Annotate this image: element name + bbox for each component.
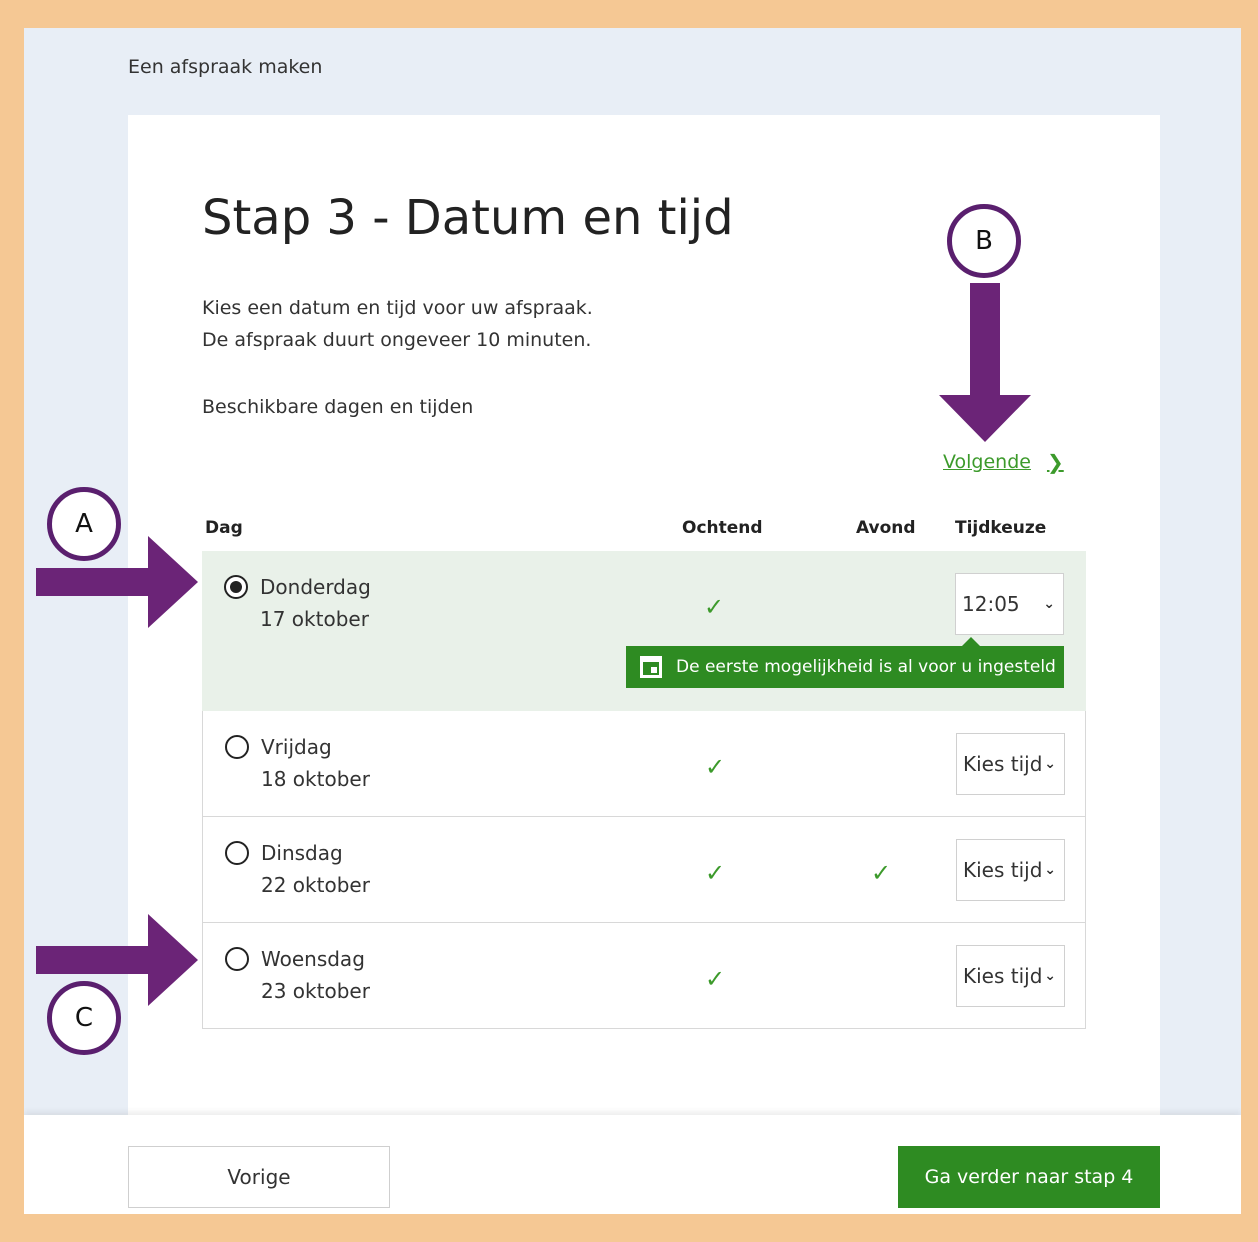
day-row[interactable]: Dinsdag 22 oktober ✓ ✓ Kies tijd ⌄ [202,817,1086,923]
chevron-down-icon: ⌄ [1043,596,1055,612]
morning-check-icon: ✓ [705,965,726,993]
day-name: Donderdag [260,575,371,599]
page-frame: Een afspraak maken Stap 3 - Datum en tij… [24,28,1241,1214]
day-row[interactable]: Woensdag 23 oktober ✓ Kies tijd ⌄ [202,923,1086,1029]
time-select-value: Kies tijd [963,858,1043,882]
intro-line-2: De afspraak duurt ongeveer 10 minuten. [202,329,592,351]
breadcrumb: Een afspraak maken [128,56,323,78]
day-date: 22 oktober [261,873,370,897]
chevron-down-icon: ⌄ [1044,756,1056,772]
chevron-right-icon: ❯ [1046,450,1064,474]
continue-button[interactable]: Ga verder naar stap 4 [898,1146,1160,1208]
time-select-value: Kies tijd [963,752,1043,776]
intro-text: Kies een datum en tijd voor uw afspraak.… [202,292,593,356]
day-date: 17 oktober [260,607,369,631]
next-week-link[interactable]: Volgende ❯ [943,450,1064,474]
previous-button[interactable]: Vorige [128,1146,390,1208]
time-select-value: 12:05 [962,592,1020,616]
day-radio[interactable] [225,735,249,759]
evening-check-icon: ✓ [871,859,892,887]
page-title: Stap 3 - Datum en tijd [202,190,734,246]
footer-bar: Vorige Ga verder naar stap 4 [24,1115,1241,1214]
next-link-label: Volgende [943,451,1031,473]
time-select[interactable]: 12:05 ⌄ [955,573,1064,635]
day-name: Woensdag [261,947,365,971]
chevron-down-icon: ⌄ [1044,968,1056,984]
first-option-hint: De eerste mogelijkheid is al voor u inge… [626,637,1064,688]
time-select[interactable]: Kies tijd ⌄ [956,945,1065,1007]
column-header-evening: Avond [856,518,916,538]
column-header-time: Tijdkeuze [955,518,1047,538]
day-name: Vrijdag [261,735,332,759]
time-select[interactable]: Kies tijd ⌄ [956,839,1065,901]
morning-check-icon: ✓ [704,593,725,621]
column-header-day: Dag [205,518,243,538]
day-radio[interactable] [225,841,249,865]
calendar-icon [640,656,662,678]
arrow-b-icon [939,283,1031,442]
day-row[interactable]: Vrijdag 18 oktober ✓ Kies tijd ⌄ [202,711,1086,817]
day-row[interactable]: Donderdag 17 oktober ✓ 12:05 ⌄ De eerste… [202,551,1086,711]
hint-text: De eerste mogelijkheid is al voor u inge… [676,657,1056,677]
available-label: Beschikbare dagen en tijden [202,396,474,418]
day-date: 23 oktober [261,979,370,1003]
column-header-morning: Ochtend [682,518,763,538]
annotation-marker-c: C [47,981,121,1055]
annotation-marker-b: B [947,204,1021,278]
day-radio[interactable] [225,947,249,971]
chevron-down-icon: ⌄ [1044,862,1056,878]
day-date: 18 oktober [261,767,370,791]
day-radio[interactable] [224,575,248,599]
time-select-value: Kies tijd [963,964,1043,988]
annotation-marker-a: A [47,487,121,561]
morning-check-icon: ✓ [705,859,726,887]
day-name: Dinsdag [261,841,343,865]
time-select[interactable]: Kies tijd ⌄ [956,733,1065,795]
morning-check-icon: ✓ [705,753,726,781]
intro-line-1: Kies een datum en tijd voor uw afspraak. [202,297,593,319]
